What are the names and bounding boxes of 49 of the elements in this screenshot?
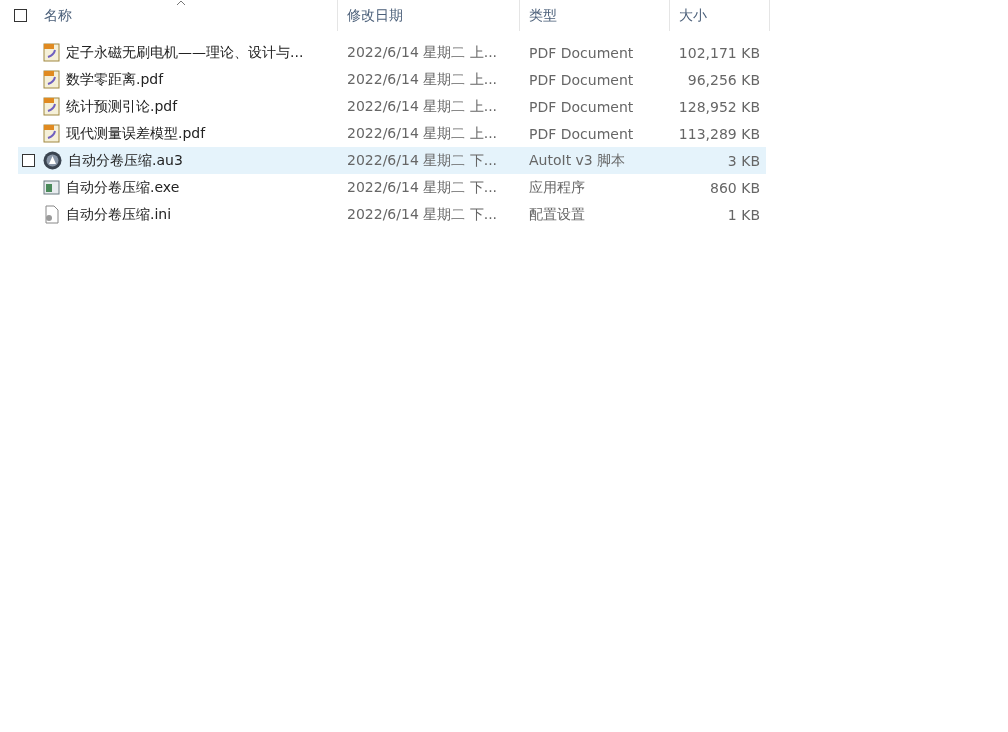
modified-date: 2022/6/14 星期二 下... xyxy=(346,151,499,170)
file-name: 自动分卷压缩.exe xyxy=(66,178,180,197)
column-header[interactable]: 大小 xyxy=(670,0,770,31)
file-name: 统计预测引论.pdf xyxy=(66,97,178,116)
file-type: AutoIt v3 脚本 xyxy=(528,151,627,170)
modified-date: 2022/6/14 星期二 上... xyxy=(346,97,499,116)
file-size: 1 KB xyxy=(726,206,761,223)
column-header[interactable]: 类型 xyxy=(520,0,670,31)
pdf-file-icon xyxy=(43,70,60,89)
pdf-file-icon xyxy=(43,97,60,116)
file-row[interactable]: 统计预测引论.pdf 2022/6/14 星期二 上... PDF Document 128,952 KB xyxy=(18,93,766,120)
file-type: 配置设置 xyxy=(528,205,586,224)
column-header[interactable]: 修改日期 xyxy=(338,0,520,31)
file-size: 96,256 KB xyxy=(686,71,761,88)
file-row[interactable]: 数学零距离.pdf 2022/6/14 星期二 上... PDF Document 96,256 KB xyxy=(18,66,766,93)
file-type: PDF Document xyxy=(528,98,635,115)
file-name: 数学零距离.pdf xyxy=(66,70,164,89)
modified-date: 2022/6/14 星期二 上... xyxy=(346,124,499,143)
select-all-checkbox[interactable] xyxy=(14,9,27,22)
file-size: 3 KB xyxy=(726,152,761,169)
application-icon xyxy=(43,178,60,197)
file-row[interactable]: 自动分卷压缩.exe 2022/6/14 星期二 下... 应用程序 860 KB xyxy=(18,174,766,201)
file-size: 113,289 KB xyxy=(677,125,761,142)
file-name: 定子永磁无刷电机——理论、设计与... xyxy=(66,43,304,62)
pdf-file-icon xyxy=(43,43,60,62)
file-type: PDF Document xyxy=(528,71,635,88)
sort-chevron-icon xyxy=(175,0,186,6)
file-size: 102,171 KB xyxy=(677,44,761,61)
file-row[interactable]: 现代测量误差模型.pdf 2022/6/14 星期二 上... PDF Document 113,289 KB xyxy=(18,120,766,147)
modified-date: 2022/6/14 星期二 下... xyxy=(346,205,499,224)
script-file-icon xyxy=(43,151,62,170)
file-size: 128,952 KB xyxy=(677,98,761,115)
file-type: 应用程序 xyxy=(528,178,586,197)
pdf-file-icon xyxy=(43,124,60,143)
row-checkbox[interactable] xyxy=(22,154,35,167)
file-row[interactable]: 定子永磁无刷电机——理论、设计与... 2022/6/14 星期二 上... PDF Document 102,171 KB xyxy=(18,39,766,66)
file-row[interactable]: 自动分卷压缩.au3 2022/6/14 星期二 下... AutoIt v3 脚本 3 KB xyxy=(18,147,766,174)
file-type: PDF Document xyxy=(528,125,635,142)
modified-date: 2022/6/14 星期二 上... xyxy=(346,70,499,89)
column-header[interactable]: 名称 xyxy=(38,0,338,31)
settings-file-icon xyxy=(43,205,60,224)
file-name: 现代测量误差模型.pdf xyxy=(66,124,206,143)
modified-date: 2022/6/14 星期二 下... xyxy=(346,178,499,197)
file-type: PDF Document xyxy=(528,44,635,61)
file-name: 自动分卷压缩.ini xyxy=(66,205,172,224)
modified-date: 2022/6/14 星期二 上... xyxy=(346,43,499,62)
file-size: 860 KB xyxy=(709,179,761,196)
file-name: 自动分卷压缩.au3 xyxy=(68,151,183,170)
file-row[interactable]: 自动分卷压缩.ini 2022/6/14 星期二 下... 配置设置 1 KB xyxy=(18,201,766,228)
